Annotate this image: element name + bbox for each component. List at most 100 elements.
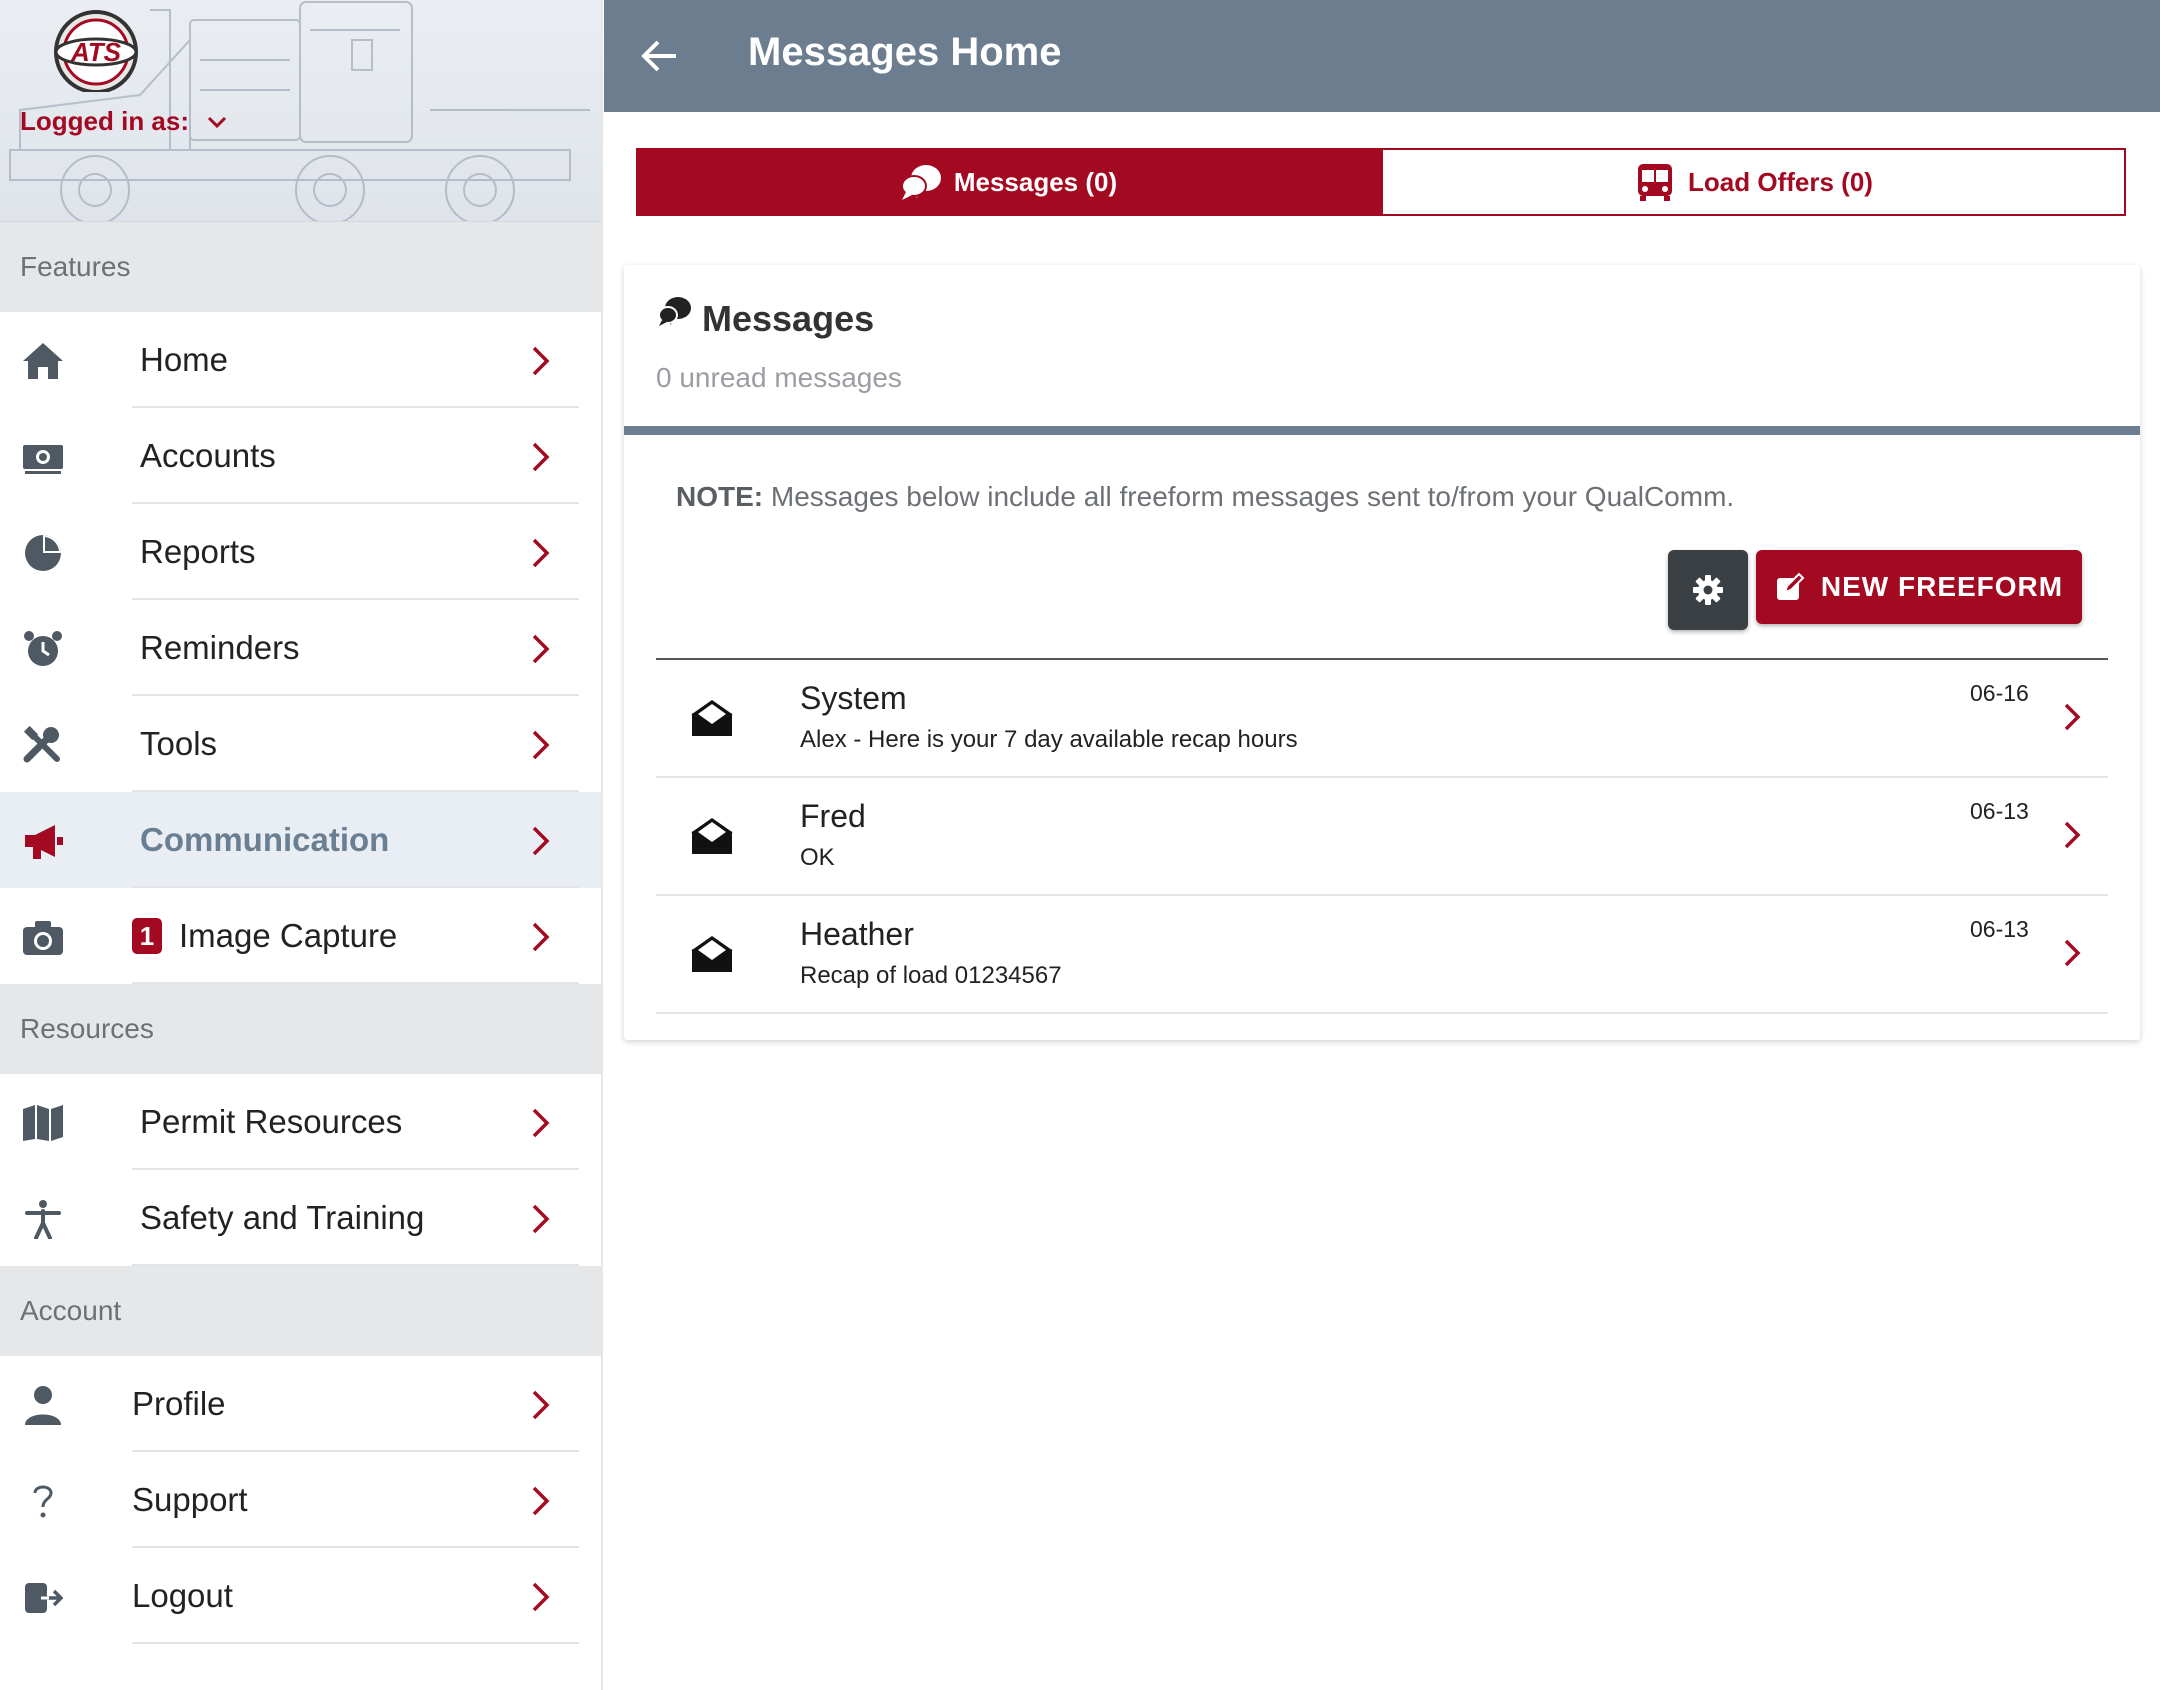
message-date: 06-13 (1970, 798, 2029, 824)
arrow-left-icon[interactable] (640, 36, 680, 76)
sidebar-item-profile[interactable]: Profile (0, 1356, 601, 1452)
envelope-open-icon (691, 936, 733, 972)
section-features: Features (0, 222, 601, 312)
chevron-right-icon (532, 1108, 550, 1138)
sidebar-item-tools[interactable]: Tools (0, 696, 601, 792)
chevron-right-icon (2064, 703, 2081, 731)
section-resources: Resources (0, 984, 601, 1074)
sidebar-item-safety-training[interactable]: Safety and Training (0, 1170, 601, 1266)
chat-bubbles-icon (900, 165, 941, 200)
sidebar-item-label: Tools (140, 725, 218, 762)
message-preview: Recap of load 01234567 (800, 962, 1062, 989)
camera-icon (20, 917, 66, 957)
logout-icon (20, 1577, 66, 1617)
user-icon (20, 1385, 66, 1425)
envelope-open-icon (691, 700, 733, 736)
map-icon (20, 1103, 66, 1143)
card-header: Messages 0 unread messages (624, 265, 2140, 435)
gear-icon (1693, 575, 1723, 605)
message-sender: Heather (800, 916, 914, 952)
svg-text:ATS: ATS (70, 37, 122, 67)
sidebar-item-label: Safety and Training (140, 1199, 425, 1236)
sidebar-header: ATS Logged in as: (0, 0, 601, 222)
sidebar-item-image-capture[interactable]: 1 Image Capture (0, 888, 601, 984)
tab-bar: Messages (0) Load Offers (0) (636, 148, 2126, 216)
message-preview: OK (800, 844, 835, 871)
chevron-down-icon (207, 116, 227, 128)
chevron-right-icon (532, 1486, 550, 1516)
note-label: NOTE: (676, 481, 764, 512)
sidebar-item-label: Logout (132, 1577, 233, 1614)
message-sender: System (800, 680, 907, 716)
chat-bubbles-icon (658, 297, 691, 326)
section-account: Account (0, 1266, 601, 1356)
chevron-right-icon (532, 1204, 550, 1234)
sidebar-item-reminders[interactable]: Reminders (0, 600, 601, 696)
edit-icon (1776, 572, 1805, 600)
chevron-right-icon (532, 538, 550, 568)
sidebar-item-label: Reminders (140, 629, 300, 666)
sidebar-item-label: Image Capture (179, 917, 398, 954)
app-header: Messages Home (604, 0, 2160, 112)
message-date: 06-16 (1970, 680, 2029, 706)
chevron-right-icon (2064, 939, 2081, 967)
money-icon (20, 437, 66, 477)
sidebar: ATS Logged in as: Features Home Accounts… (0, 0, 603, 1690)
message-row[interactable]: Fred OK 06-13 (656, 778, 2108, 896)
megaphone-icon (20, 821, 66, 861)
sidebar-item-accounts[interactable]: Accounts (0, 408, 601, 504)
tab-load-offers[interactable]: Load Offers (0) (1381, 148, 2126, 216)
chevron-right-icon (532, 1582, 550, 1612)
sidebar-item-support[interactable]: Support (0, 1452, 601, 1548)
chevron-right-icon (532, 1390, 550, 1420)
sidebar-item-label: Reports (140, 533, 256, 570)
sidebar-item-reports[interactable]: Reports (0, 504, 601, 600)
new-freeform-label: NEW FREEFORM (1820, 571, 2064, 602)
message-list: System Alex - Here is your 7 day availab… (656, 658, 2108, 1014)
note-text: NOTE: Messages below include all freefor… (676, 481, 1734, 513)
envelope-open-icon (691, 818, 733, 854)
new-freeform-button[interactable]: NEW FREEFORM (1756, 550, 2082, 624)
chevron-right-icon (532, 634, 550, 664)
message-row[interactable]: Heather Recap of load 01234567 06-13 (656, 896, 2108, 1014)
chevron-right-icon (2064, 821, 2081, 849)
notification-badge: 1 (132, 918, 162, 954)
message-sender: Fred (800, 798, 866, 834)
settings-button[interactable] (1668, 550, 1748, 630)
sidebar-item-home[interactable]: Home (0, 312, 601, 408)
tab-messages[interactable]: Messages (0) (636, 148, 1381, 216)
home-icon (20, 341, 66, 381)
tools-icon (20, 725, 66, 765)
sidebar-item-label: Support (132, 1481, 248, 1518)
alarm-clock-icon (20, 629, 66, 669)
note-body: Messages below include all freeform mess… (763, 481, 1735, 512)
card-title: Messages (702, 298, 875, 339)
accessibility-icon (20, 1199, 66, 1239)
sidebar-item-permit-resources[interactable]: Permit Resources (0, 1074, 601, 1170)
bus-icon (1638, 164, 1673, 201)
unread-count: 0 unread messages (656, 362, 902, 393)
chevron-right-icon (532, 826, 550, 856)
sidebar-item-label: Profile (132, 1385, 226, 1422)
messages-card: Messages 0 unread messages NOTE: Message… (624, 265, 2140, 1040)
tab-label: Load Offers (0) (1688, 166, 1873, 197)
page-title: Messages Home (748, 30, 1062, 74)
message-row[interactable]: System Alex - Here is your 7 day availab… (656, 660, 2108, 778)
message-preview: Alex - Here is your 7 day available reca… (800, 726, 1298, 753)
chevron-right-icon (532, 442, 550, 472)
sidebar-item-logout[interactable]: Logout (0, 1548, 601, 1644)
sidebar-item-label: Home (140, 341, 229, 378)
sidebar-item-label: Permit Resources (140, 1103, 403, 1140)
pie-chart-icon (20, 533, 66, 573)
chevron-right-icon (532, 922, 550, 952)
sidebar-item-label: Accounts (140, 437, 276, 474)
message-date: 06-13 (1970, 916, 2029, 942)
logged-in-dropdown[interactable]: Logged in as: (20, 106, 229, 137)
sidebar-item-communication[interactable]: Communication (0, 792, 601, 888)
chevron-right-icon (532, 730, 550, 760)
tab-label: Messages (0) (953, 166, 1118, 197)
question-icon (20, 1481, 66, 1521)
sidebar-item-label: Communication (140, 821, 390, 858)
logged-in-label: Logged in as: (20, 106, 189, 136)
ats-logo: ATS (54, 10, 138, 92)
